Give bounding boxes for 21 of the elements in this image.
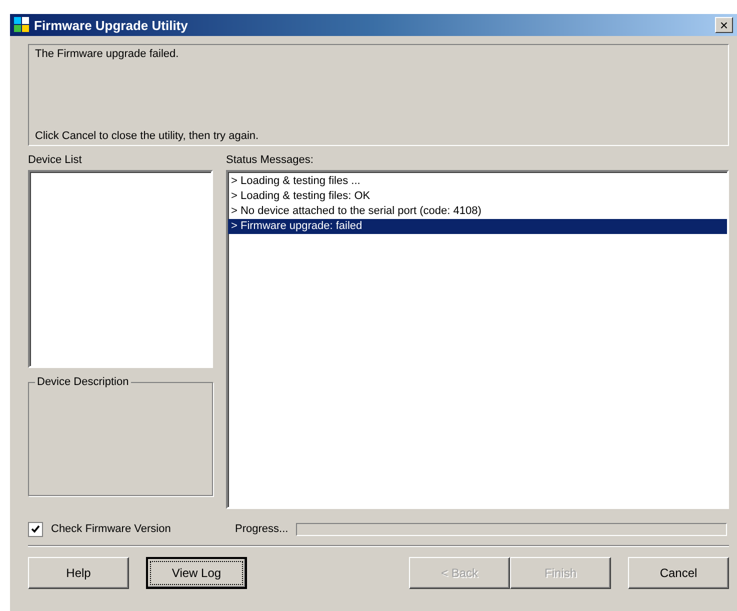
status-message[interactable]: > Loading & testing files ...: [228, 174, 727, 189]
status-messages-list[interactable]: > Loading & testing files ... > Loading & testing files: OK > No device attached to the serial port (code: 4108) > Firmware upgrade: failed: [226, 170, 729, 509]
dialog-button[interactable]: View Log: [146, 557, 247, 589]
dialog-button[interactable]: Help: [28, 557, 129, 589]
device-list-label: Device List: [28, 154, 83, 168]
instruction-text: Click Cancel to close the utility, then try again.: [35, 130, 260, 142]
window-title: Firmware Upgrade Utility: [34, 18, 189, 32]
progress-label: Progress...: [235, 523, 288, 535]
checkbox-label: Check Firmware Version: [51, 523, 172, 535]
checkbox[interactable]: [28, 522, 43, 536]
device-description-label: Device Description: [36, 376, 130, 388]
dialog-button[interactable]: Cancel: [628, 557, 729, 589]
status-message[interactable]: > Firmware upgrade: failed: [228, 219, 727, 234]
status-message[interactable]: > No device attached to the serial port (code: 4108): [228, 204, 727, 219]
close-button[interactable]: ×: [715, 17, 733, 33]
error-message: The Firmware upgrade failed.: [35, 48, 180, 60]
device-list[interactable]: [28, 170, 213, 368]
checkmark-icon: [31, 524, 40, 534]
status-message[interactable]: > Loading & testing files: OK: [228, 189, 727, 204]
app-icon: [14, 17, 30, 33]
status-messages-label: Status Messages:: [226, 154, 314, 168]
